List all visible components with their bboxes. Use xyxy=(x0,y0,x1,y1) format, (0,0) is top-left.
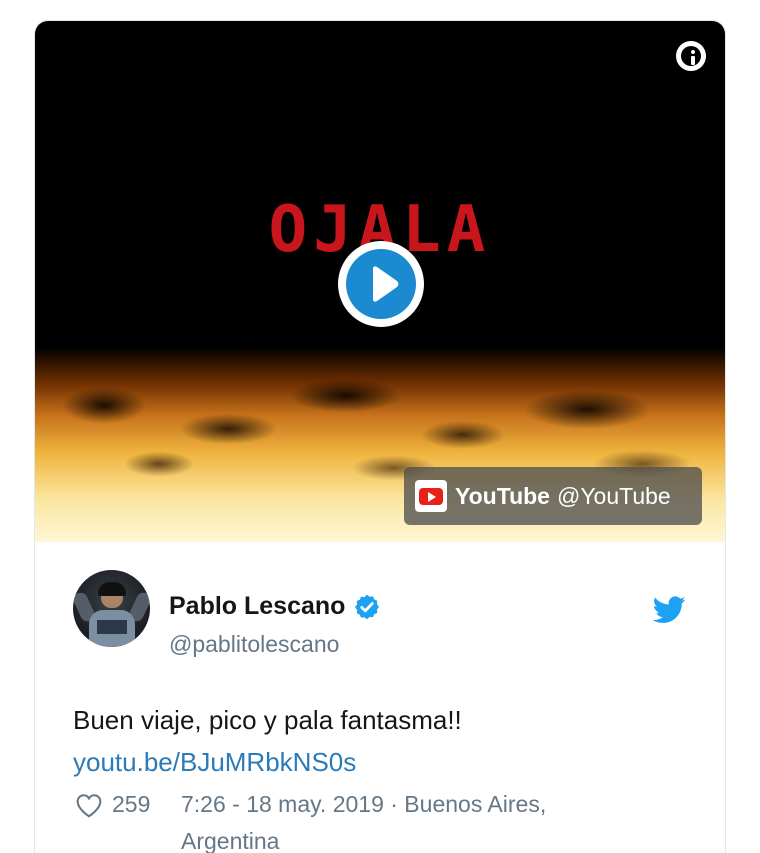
author-handle[interactable]: @pablitolescano xyxy=(169,631,339,658)
heart-icon[interactable] xyxy=(75,793,103,818)
video-source-name: YouTube xyxy=(455,482,550,509)
tweet-text: Buen viaje, pico y pala fantasma!! xyxy=(73,705,462,735)
tweet-timestamp-location[interactable]: 7:26 - 18 may. 2019 · Buenos Aires, Arge… xyxy=(181,786,601,853)
video-preview[interactable]: OJALA YouTube @YouTube xyxy=(35,21,725,542)
play-icon xyxy=(346,249,416,319)
tweet-link[interactable]: youtu.be/BJuMRbkNS0s xyxy=(73,741,462,783)
author-display-name[interactable]: Pablo Lescano xyxy=(169,592,345,621)
twitter-bird-icon[interactable] xyxy=(653,596,686,624)
video-source-badge[interactable]: YouTube @YouTube xyxy=(404,467,702,525)
like-count[interactable]: 259 xyxy=(112,786,150,823)
video-source-handle: @YouTube xyxy=(556,482,671,509)
youtube-logo-icon xyxy=(415,480,447,512)
info-icon[interactable] xyxy=(676,41,706,71)
embedded-tweet-card: OJALA YouTube @YouTube Pablo Lescano @pa… xyxy=(34,20,726,853)
verified-badge-icon xyxy=(355,594,380,619)
play-button[interactable] xyxy=(338,241,424,327)
avatar[interactable] xyxy=(73,570,150,647)
author-name-row: Pablo Lescano xyxy=(169,592,381,621)
tweet-text-block: Buen viaje, pico y pala fantasma!! youtu… xyxy=(73,699,462,783)
